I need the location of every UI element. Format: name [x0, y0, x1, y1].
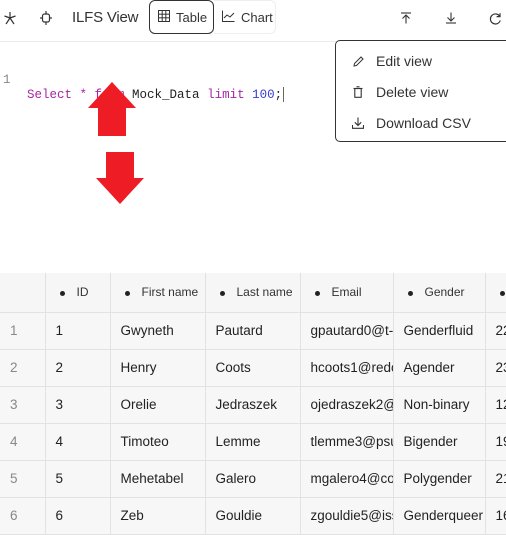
column-header-id[interactable]: ID [44, 273, 111, 313]
results-table: ID First name Last name Email Gender 11G… [0, 273, 506, 535]
keyword-select: Select [27, 87, 73, 102]
cell-gender[interactable]: Agender [392, 348, 486, 387]
cell-first-name[interactable]: Gwyneth [109, 311, 206, 350]
semicolon: ; [274, 87, 283, 102]
refresh-icon[interactable] [485, 8, 505, 28]
asterisk-icon[interactable] [0, 8, 20, 28]
row-number-header [0, 273, 46, 313]
cell-extra[interactable]: 23 [484, 348, 506, 387]
column-type-icon [59, 290, 65, 296]
cell-id[interactable]: 2 [44, 348, 111, 387]
menu-item-label: Download CSV [376, 115, 471, 131]
upload-icon[interactable] [396, 8, 416, 28]
toolbar: ILFS View Table Chart [0, 0, 506, 42]
column-header-extra[interactable] [484, 273, 506, 313]
cell-first-name[interactable]: Mehetabel [109, 459, 206, 498]
row-number: 2 [0, 348, 46, 387]
cell-last-name[interactable]: Jedraszek [204, 385, 301, 424]
cell-email[interactable]: ojedraszek2@l [299, 385, 394, 424]
cell-id[interactable]: 5 [44, 459, 111, 498]
cell-id[interactable]: 4 [44, 422, 111, 461]
line-number: 1 [3, 73, 11, 87]
text-cursor [283, 87, 285, 102]
table-row[interactable]: 44TimoteoLemmetlemme3@psuBigender19 [0, 422, 506, 461]
view-options-menu: Edit view Delete view Download CSV [335, 40, 506, 142]
cell-last-name[interactable]: Lemme [204, 422, 301, 461]
tab-table-label: Table [176, 9, 208, 25]
cell-extra[interactable]: 21 [484, 459, 506, 498]
limit-number: 100 [252, 87, 275, 102]
cell-gender[interactable]: Non-binary [392, 385, 486, 424]
cell-first-name[interactable]: Orelie [109, 385, 206, 424]
cell-last-name[interactable]: Galero [204, 459, 301, 498]
sql-query[interactable]: Select * from Mock_Data limit 100; [27, 87, 285, 102]
column-header-last-name[interactable]: Last name [204, 273, 301, 313]
table-row[interactable]: 5 5 Mehetabel Galero mgalero4@cor Polygender 2… [0, 459, 506, 498]
cell-gender[interactable]: Genderqueer [392, 496, 486, 535]
cell-email[interactable]: mgalero4@cor [299, 459, 394, 498]
up-arrow-icon [88, 82, 136, 136]
download-icon [351, 117, 365, 129]
bulb-icon[interactable] [36, 8, 56, 28]
column-type-icon [499, 290, 505, 296]
pencil-icon [351, 55, 365, 67]
column-header-email[interactable]: Email [299, 273, 394, 313]
down-arrow-icon [96, 152, 144, 204]
cell-id[interactable]: 3 [44, 385, 111, 424]
cell-email[interactable]: hcoots1@redc [299, 348, 394, 387]
cell-last-name[interactable]: Gouldie [204, 496, 301, 535]
cell-email[interactable]: tlemme3@psu [299, 422, 394, 461]
column-type-icon [219, 290, 225, 296]
menu-item-label: Edit view [376, 53, 433, 69]
row-number: 1 [0, 311, 46, 350]
column-type-icon [124, 290, 130, 296]
tab-chart[interactable]: Chart [214, 0, 276, 34]
cell-first-name[interactable]: Zeb [109, 496, 206, 535]
column-type-icon [314, 290, 320, 296]
menu-item-download-csv[interactable]: Download CSV [336, 109, 506, 137]
table-row[interactable]: 1 1 Gwyneth Pautard gpautard0@t-c Genderfluid… [0, 311, 506, 350]
menu-item-edit-view[interactable]: Edit view [336, 47, 506, 75]
row-number: 5 [0, 459, 46, 498]
page-title: ILFS View [72, 9, 139, 26]
cell-email[interactable]: gpautard0@t-c [299, 311, 394, 350]
tab-chart-label: Chart [241, 9, 273, 25]
header-row: ID First name Last name Email Gender [0, 273, 506, 313]
column-type-icon [407, 290, 413, 296]
tab-table[interactable]: Table [149, 0, 214, 34]
cell-extra[interactable]: 12 [484, 385, 506, 424]
menu-item-label: Delete view [376, 84, 449, 100]
cell-extra[interactable]: 19 [484, 422, 506, 461]
code-line[interactable]: 1 Select * from Mock_Data limit 100; [0, 59, 285, 102]
menu-item-delete-view[interactable]: Delete view [336, 78, 506, 106]
cell-id[interactable]: 6 [44, 496, 111, 535]
table-row[interactable]: 66ZebGouldiezgouldie5@issGenderqueer16 [0, 496, 506, 535]
row-number: 3 [0, 385, 46, 424]
cell-first-name[interactable]: Timoteo [109, 422, 206, 461]
table-icon [158, 9, 170, 25]
cell-extra[interactable]: 22 [484, 311, 506, 350]
trash-icon [351, 86, 365, 98]
cell-id[interactable]: 1 [44, 311, 111, 350]
cell-gender[interactable]: Bigender [392, 422, 486, 461]
column-header-gender[interactable]: Gender [392, 273, 486, 313]
table-row[interactable]: 3 3 Orelie Jedraszek ojedraszek2@l Non-binary… [0, 385, 506, 424]
resize-arrows-annotation [88, 82, 144, 204]
cell-last-name[interactable]: Pautard [204, 311, 301, 350]
row-number: 4 [0, 422, 46, 461]
row-number: 6 [0, 496, 46, 535]
cell-first-name[interactable]: Henry [109, 348, 206, 387]
cell-gender[interactable]: Polygender [392, 459, 486, 498]
results-grid: ID First name Last name Email Gender 11G… [0, 273, 506, 535]
column-header-first-name[interactable]: First name [109, 273, 206, 313]
download-icon[interactable] [441, 8, 461, 28]
chart-icon [222, 10, 235, 25]
keyword-limit: limit [207, 87, 245, 102]
cell-extra[interactable]: 16 [484, 496, 506, 535]
cell-last-name[interactable]: Coots [204, 348, 301, 387]
cell-email[interactable]: zgouldie5@iss [299, 496, 394, 535]
table-row[interactable]: 22HenryCootshcoots1@redcAgender23 [0, 348, 506, 387]
cell-gender[interactable]: Genderfluid [392, 311, 486, 350]
